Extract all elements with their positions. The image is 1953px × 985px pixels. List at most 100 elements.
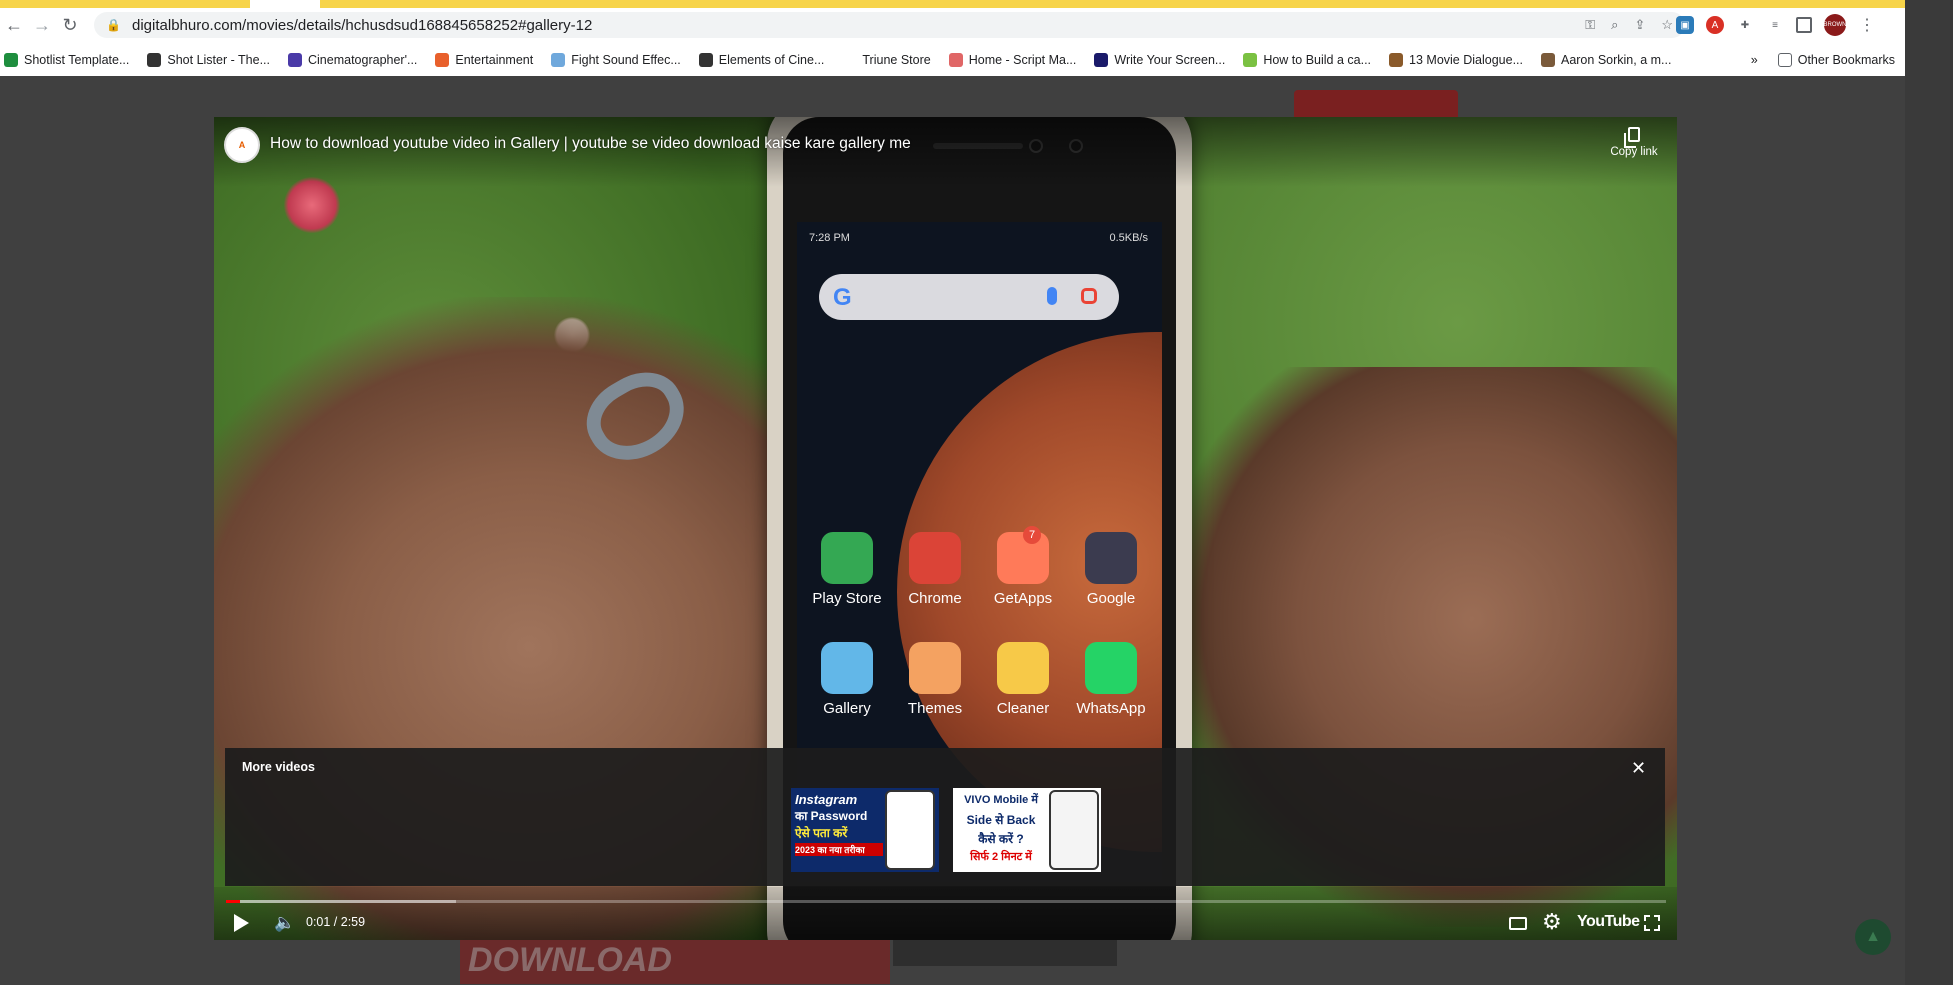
progress-played <box>226 900 241 903</box>
thumbnail-text: कैसे करें ? <box>978 832 1024 846</box>
thumbnail-text: VIVO Mobile में <box>964 794 1038 806</box>
thumbnail-text: का Password <box>795 809 868 823</box>
app-themes: Themes <box>895 642 975 717</box>
back-icon[interactable]: ← <box>0 11 28 39</box>
more-videos-panel: More videos ✕ Instagram का Password ऐसे … <box>225 748 1665 886</box>
phone-time: 7:28 PM <box>809 232 850 244</box>
bookmark-item[interactable]: Shotlist Template... <box>4 53 129 67</box>
bookmark-label: Aaron Sorkin, a m... <box>1560 53 1672 67</box>
player-title-bar: A How to download youtube video in Galle… <box>214 117 1677 187</box>
bookmark-item[interactable]: Home - Script Ma... <box>948 53 1077 67</box>
bookmarks-overflow-icon[interactable]: » <box>1751 53 1758 67</box>
reload-icon[interactable]: ↻ <box>56 11 84 39</box>
app-getapps: 7 GetApps <box>983 526 1063 607</box>
other-bookmarks[interactable]: Other Bookmarks <box>1777 53 1895 67</box>
bookmark-label: Write Your Screen... <box>1114 53 1226 67</box>
bookmark-item[interactable]: 13 Movie Dialogue... <box>1389 53 1523 67</box>
scroll-top-icon[interactable]: ▲ <box>1855 919 1891 955</box>
copy-icon <box>1624 127 1640 148</box>
bookmark-item[interactable]: Elements of Cine... <box>698 53 824 67</box>
getapps-icon: 7 <box>997 526 1049 584</box>
bookmark-favicon-icon <box>698 53 713 67</box>
other-bookmarks-label: Other Bookmarks <box>1797 53 1895 67</box>
bookmark-star-icon[interactable]: ☆ <box>1661 17 1673 33</box>
channel-avatar[interactable]: A <box>224 127 260 163</box>
play-icon[interactable] <box>234 914 249 932</box>
bookmark-favicon-icon <box>1094 53 1109 67</box>
folder-icon <box>1777 53 1792 67</box>
bookmark-item[interactable]: Aaron Sorkin, a m... <box>1540 53 1672 67</box>
url-text[interactable]: digitalbhuro.com/movies/details/hchusdsu… <box>132 17 592 34</box>
gear-icon[interactable]: ⚙ <box>1542 909 1562 935</box>
app-label: WhatsApp <box>1076 700 1146 717</box>
chrome-menu-icon[interactable]: ⋮ <box>1858 16 1876 34</box>
thumbnail-text: ऐसे पता करें <box>795 826 848 840</box>
share-icon[interactable]: ⇪ <box>1634 17 1645 33</box>
bookmark-item[interactable]: Fight Sound Effec... <box>551 53 681 67</box>
thumbnail-text: Side से Back <box>966 813 1036 827</box>
copy-link-button[interactable]: Copy link <box>1604 127 1664 158</box>
play-store-icon <box>821 532 873 584</box>
zoom-icon[interactable]: ⌕ <box>1611 17 1618 33</box>
close-icon[interactable]: ✕ <box>1631 758 1646 779</box>
progress-bar[interactable] <box>226 900 1666 903</box>
bookmark-item[interactable]: Triune Store <box>842 53 931 67</box>
thumbnail-text: Instagram <box>795 792 858 807</box>
youtube-player[interactable]: 7:28 PM 0.5KB/s G Play Store Chrome 7 GetAp… <box>214 117 1677 940</box>
forward-icon[interactable]: → <box>28 11 56 39</box>
volume-icon[interactable]: 🔈 <box>274 913 295 933</box>
app-label: Gallery <box>823 700 871 717</box>
youtube-logo[interactable]: YouTube <box>1577 913 1640 931</box>
bookmark-favicon-icon <box>948 53 963 67</box>
bookmark-favicon-icon <box>1243 53 1258 67</box>
bookmark-label: How to Build a ca... <box>1263 53 1372 67</box>
suggested-video-thumbnail[interactable]: Instagram का Password ऐसे पता करें 2023 … <box>791 788 939 872</box>
bookmark-item[interactable]: How to Build a ca... <box>1243 53 1371 67</box>
bookmark-item[interactable]: Shot Lister - The... <box>147 53 270 67</box>
profile-avatar[interactable]: BROWN <box>1824 14 1847 36</box>
bookmark-favicon-icon <box>288 53 302 67</box>
media-queue-icon[interactable]: ≡ <box>1766 16 1784 34</box>
app-gallery: Gallery <box>807 642 887 717</box>
active-tab[interactable] <box>250 0 320 8</box>
bookmark-label: Shot Lister - The... <box>167 53 270 67</box>
key-icon[interactable]: ⚿ <box>1585 17 1595 33</box>
bookmark-favicon-icon <box>1389 53 1404 67</box>
app-label: Themes <box>907 700 963 717</box>
app-label: Google <box>1086 590 1136 607</box>
phone-status-bar: 7:28 PM 0.5KB/s <box>797 222 1162 252</box>
fullscreen-icon[interactable] <box>1644 915 1660 931</box>
bookmark-item[interactable]: Entertainment <box>435 53 533 67</box>
thumbnail-text: सिर्फ 2 मिनट में <box>970 851 1032 863</box>
app-whatsapp: WhatsApp <box>1071 642 1151 717</box>
bookmark-item[interactable]: Write Your Screen... <box>1094 53 1225 67</box>
bookmark-label: Shotlist Template... <box>24 53 130 67</box>
bookmark-favicon-icon <box>1540 53 1555 67</box>
download-banner: DOWNLOAD <box>460 936 890 984</box>
subtitles-icon[interactable] <box>1509 917 1527 930</box>
extensions-puzzle-icon[interactable]: ✚ <box>1736 16 1754 34</box>
chrome-icon <box>909 532 961 584</box>
lock-icon[interactable]: 🔒 <box>106 18 124 32</box>
google-search-widget: G <box>819 274 1119 320</box>
extensions-area: ▣ A ✚ ≡ BROWN ⋮ <box>1676 12 1876 38</box>
address-bar[interactable]: 🔒 digitalbhuro.com/movies/details/hchusd… <box>94 12 1685 38</box>
bookmark-item[interactable]: Cinematographer'... <box>288 53 417 67</box>
app-label: Play Store <box>812 590 882 607</box>
extension-adblock-icon[interactable]: A <box>1706 16 1724 34</box>
phone-status-right: 0.5KB/s <box>1109 232 1148 244</box>
video-title[interactable]: How to download youtube video in Gallery… <box>270 135 911 153</box>
browser-side-gutter <box>1905 0 1953 985</box>
bookmark-favicon-icon <box>435 53 450 67</box>
player-controls: 🔈 0:01 / 2:59 ⚙ YouTube <box>214 887 1677 940</box>
side-panel-icon[interactable] <box>1796 17 1812 33</box>
bookmark-label: Home - Script Ma... <box>968 53 1077 67</box>
notification-badge: 7 <box>1023 526 1041 544</box>
app-label: GetApps <box>993 590 1053 607</box>
bookmark-label: Fight Sound Effec... <box>571 53 681 67</box>
bookmarks-right: » Other Bookmarks <box>1751 46 1895 74</box>
thumbnail-text: 2023 का नया तरीका <box>795 843 883 856</box>
bookmark-favicon-icon <box>147 53 162 67</box>
extension-blue-icon[interactable]: ▣ <box>1676 16 1694 34</box>
suggested-video-thumbnail[interactable]: VIVO Mobile में Side से Back कैसे करें ?… <box>953 788 1101 872</box>
